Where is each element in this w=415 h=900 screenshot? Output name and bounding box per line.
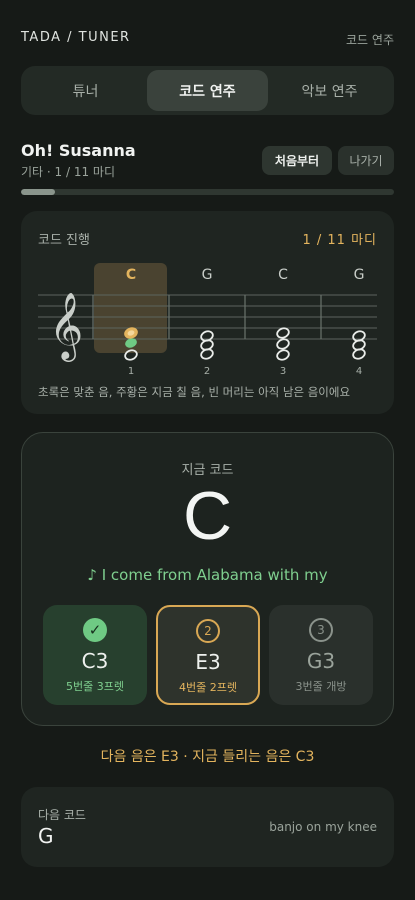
app-brand: TADA / TUNER: [21, 30, 131, 45]
chord-label: G: [202, 267, 213, 283]
song-progress-fill: [21, 189, 55, 195]
bar-number: 2: [204, 366, 210, 377]
chord-label: C: [126, 267, 136, 283]
mode-tabs: 튜너 코드 연주 악보 연주: [21, 66, 394, 115]
note-position: 5번줄 3프렛: [66, 680, 124, 693]
note-name: C3: [81, 649, 109, 673]
next-chord-name: G: [38, 824, 54, 848]
song-progress-bar: [21, 189, 394, 195]
chord-label: G: [354, 267, 365, 283]
chord-notes: ✓ C3 5번줄 3프렛 2 E3 4번줄 2프렛 3 G3 3번줄 개방: [43, 605, 373, 705]
circled-2-icon: 2: [196, 619, 220, 643]
note-card-pending: 3 G3 3번줄 개방: [269, 605, 373, 705]
note-position: 3번줄 개방: [295, 680, 347, 693]
chord-progression-card: 코드 진행 1 / 11 마디 𝄞 C G C G 1 2 3 4 초록은 맞춘…: [21, 211, 394, 414]
bar-number: 3: [280, 366, 286, 377]
note-position: 4번줄 2프렛: [179, 681, 237, 694]
status-message: 다음 음은 E3 · 지금 들리는 음은 C3: [100, 749, 315, 765]
chord-notes-pending: [200, 327, 366, 361]
top-bar: TADA / TUNER 코드 연주: [21, 30, 394, 50]
staff-lines: [38, 294, 377, 340]
next-chord-label: 다음 코드: [38, 808, 86, 822]
chord-label: C: [278, 267, 288, 283]
note-name: E3: [195, 650, 221, 674]
bar-number: 4: [356, 366, 362, 377]
tab-chord-play[interactable]: 코드 연주: [147, 70, 268, 111]
tab-tuner[interactable]: 튜너: [25, 70, 146, 111]
song-meta: 기타 · 1 / 11 마디: [21, 165, 115, 179]
circled-3-icon: 3: [309, 618, 333, 642]
current-chord-card: 지금 코드 C ♪ I come from Alabama with my ✓ …: [21, 432, 394, 726]
bar-number: 1: [128, 366, 134, 377]
treble-clef-icon: 𝄞: [49, 291, 83, 362]
next-chord-card: 다음 코드 G banjo on my knee: [21, 787, 394, 867]
next-lyric: banjo on my knee: [269, 820, 377, 834]
restart-button[interactable]: 처음부터: [262, 146, 332, 175]
note-name: G3: [306, 649, 336, 673]
note-card-done: ✓ C3 5번줄 3프렛: [43, 605, 147, 705]
tab-sheet-play[interactable]: 악보 연주: [269, 70, 390, 111]
staff-legend: 초록은 맞춘 음, 주황은 지금 칠 음, 빈 머리는 아직 남은 음이에요: [38, 385, 351, 399]
exit-button[interactable]: 나가기: [338, 146, 394, 175]
staff-notation: 𝄞 C G C G 1 2 3 4: [38, 263, 377, 377]
mode-label: 코드 연주: [346, 33, 394, 47]
note-card-current: 2 E3 4번줄 2프렛: [156, 605, 260, 705]
current-chord-label: 지금 코드: [181, 463, 234, 478]
check-icon: ✓: [83, 618, 107, 642]
song-title: Oh! Susanna: [21, 141, 136, 160]
current-lyric: ♪ I come from Alabama with my: [87, 566, 328, 584]
current-chord-name: C: [182, 478, 233, 554]
